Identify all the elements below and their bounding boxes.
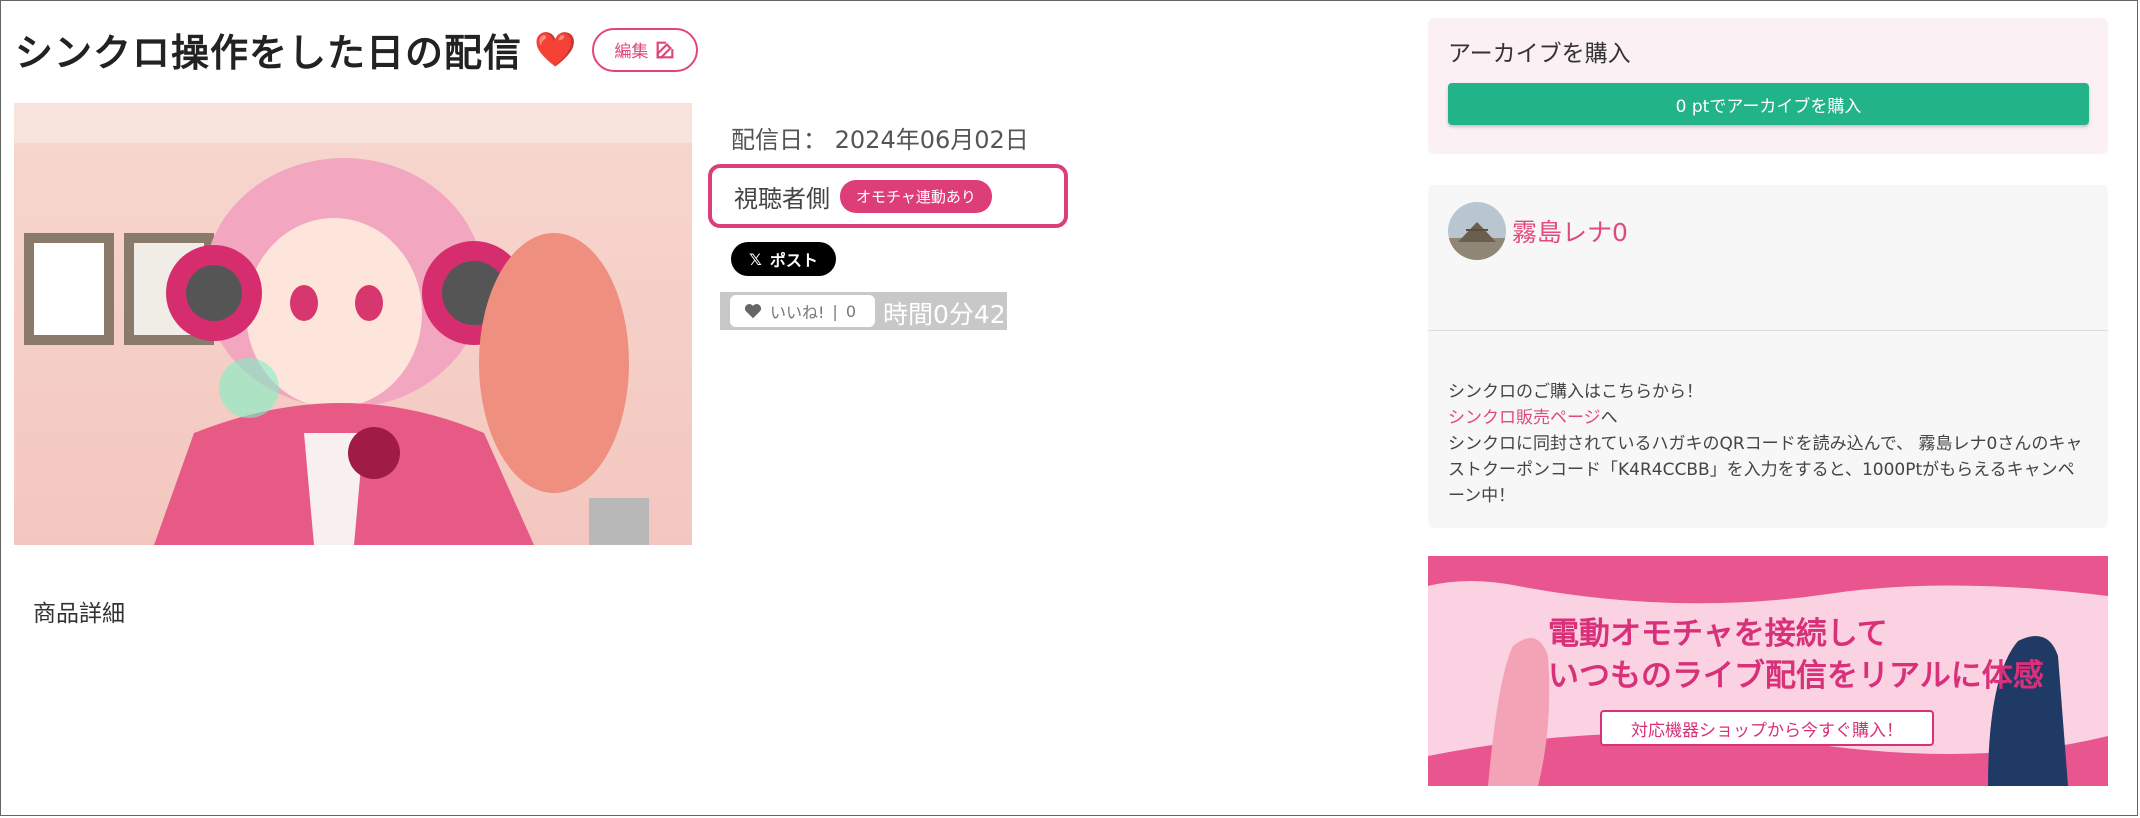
edit-button[interactable]: 編集: [592, 27, 699, 72]
post-label: ポスト: [769, 251, 818, 270]
product-detail-heading: 商品詳細: [33, 601, 125, 627]
archive-title: アーカイブを購入: [1448, 41, 1631, 67]
edit-label: 編集: [614, 42, 649, 62]
banner-line1: 電動オモチャを接続して: [1548, 616, 1888, 652]
profile-description: シンクロのご購入はこちらから！ シンクロ販売ページへ シンクロに同封されているハ…: [1448, 379, 2088, 509]
profile-card: 霧島レナ0 シンクロのご購入はこちらから！ シンクロ販売ページへ シンクロに同封…: [1428, 185, 2108, 528]
banner-line2: いつものライブ配信をリアルに体感: [1548, 658, 2044, 694]
like-count: 0: [845, 301, 856, 321]
stream-meta: 配信日： 2024年06月02日: [731, 120, 1029, 155]
profile-link-row: シンクロ販売ページへ: [1448, 408, 1618, 428]
page-title: シンクロ操作をした日の配信: [15, 31, 523, 75]
like-label: いいね!: [770, 303, 825, 322]
avatar[interactable]: [1448, 202, 1506, 260]
date-row: 配信日： 2024年06月02日: [731, 120, 1029, 155]
profile-text-line1: シンクロのご購入はこちらから！: [1448, 382, 1703, 402]
banner-shop-button[interactable]: 対応機器ショップから今すぐ購入！: [1600, 710, 1934, 746]
duration-text: 時間0分42秒: [883, 300, 1031, 329]
edit-icon: [656, 41, 674, 58]
heart-icon: [744, 304, 762, 319]
date-label: 配信日：: [731, 126, 827, 154]
date-value: 2024年06月02日: [834, 126, 1029, 154]
title-row: シンクロ操作をした日の配信 ❤️ 編集: [15, 22, 699, 77]
viewer-label: 視聴者側: [734, 184, 830, 213]
toy-shop-banner[interactable]: 電動オモチャを接続して いつものライブ配信をリアルに体感 対応機器ショップから今…: [1428, 556, 2108, 786]
archive-card: アーカイブを購入 0 ptでアーカイブを購入: [1428, 18, 2108, 154]
x-logo-icon: 𝕏: [749, 249, 762, 269]
synchro-shop-link[interactable]: シンクロ販売ページ: [1448, 408, 1601, 428]
viewer-side-box: 視聴者側 オモチャ連動あり: [708, 164, 1068, 228]
like-button[interactable]: いいね! | 0: [730, 295, 875, 327]
toy-sync-badge: オモチャ連動あり: [840, 179, 992, 213]
profile-text-line2: シンクロに同封されているハガキのQRコードを読み込んで、 霧島レナ0さんのキャス…: [1448, 434, 2083, 506]
divider: [1428, 330, 2108, 331]
x-post-button[interactable]: 𝕏 ポスト: [731, 242, 836, 276]
heart-emoji: ❤️: [534, 29, 577, 70]
stream-thumbnail: [14, 103, 692, 545]
buy-archive-button[interactable]: 0 ptでアーカイブを購入: [1448, 83, 2089, 125]
profile-name-link[interactable]: 霧島レナ0: [1512, 213, 1628, 249]
